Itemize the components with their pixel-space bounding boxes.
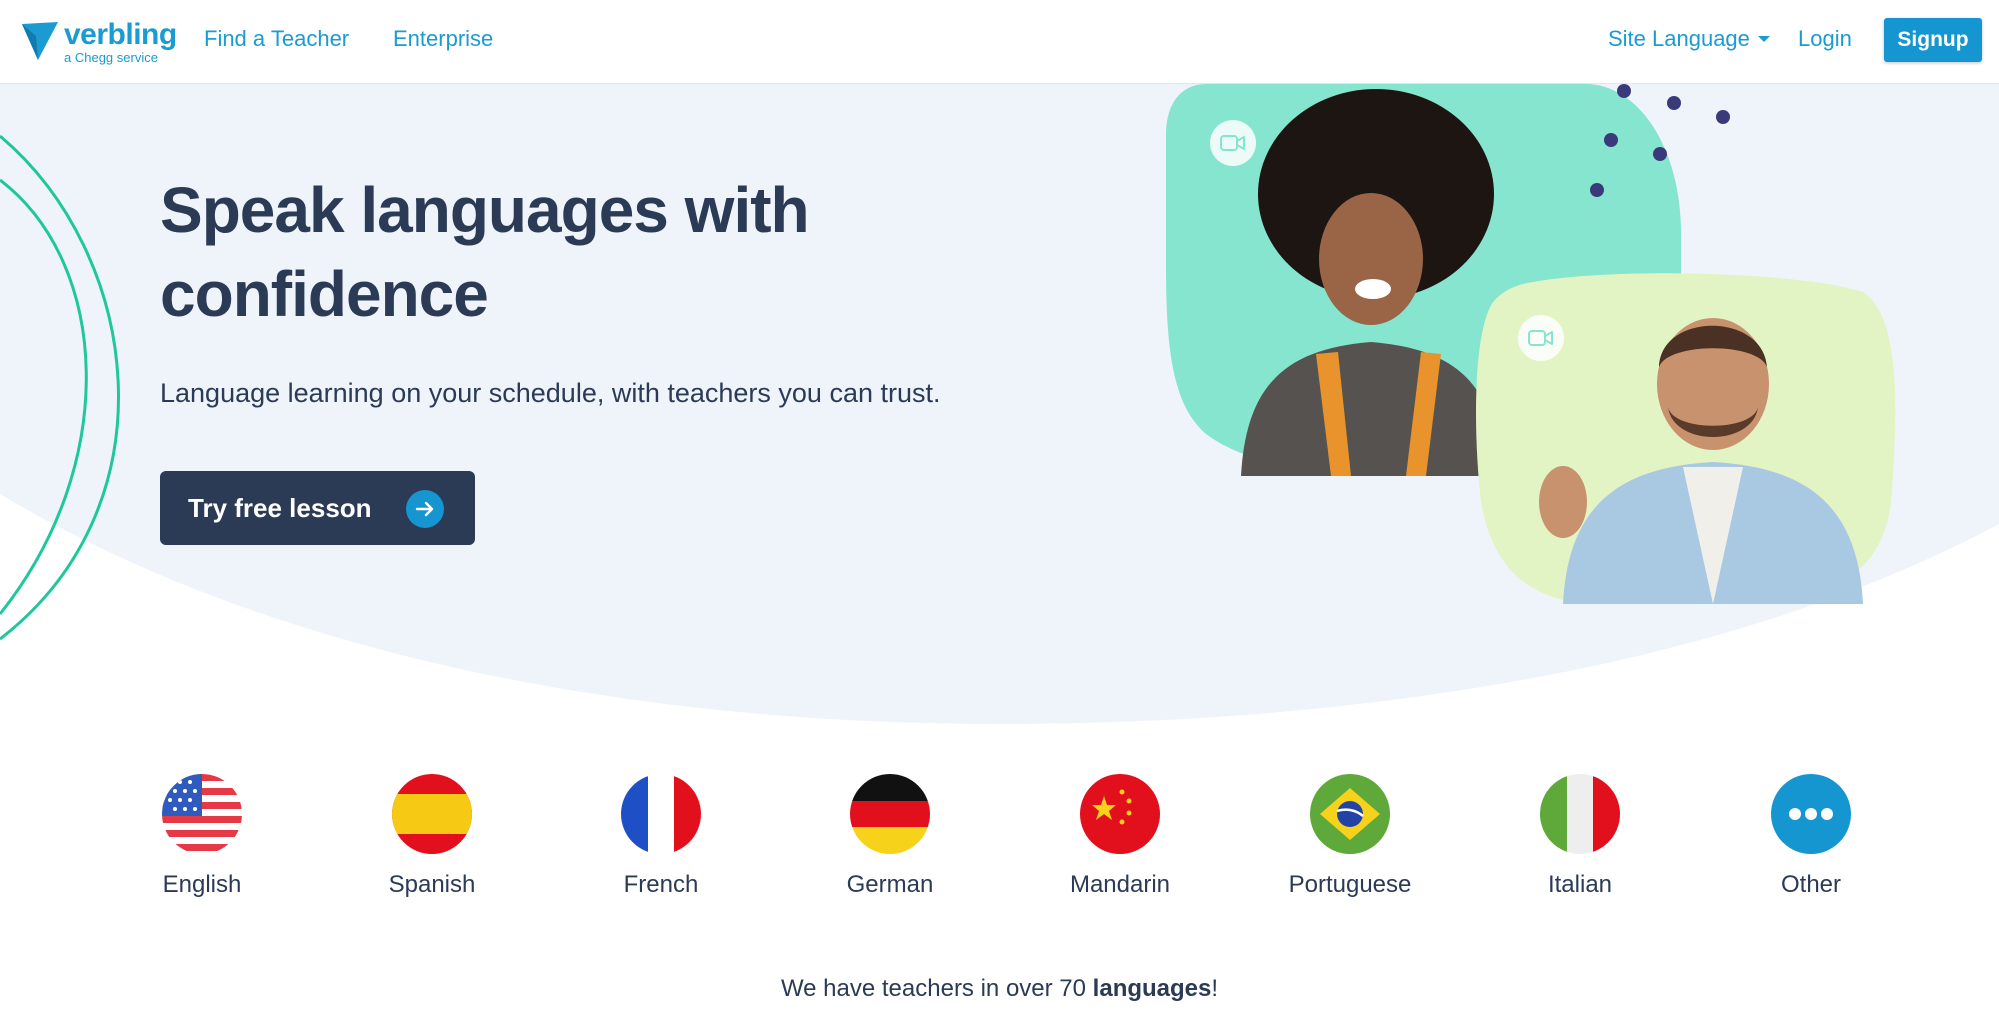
spain-flag-icon <box>392 774 472 854</box>
decorative-dot <box>1617 84 1631 98</box>
france-flag-icon <box>621 774 701 854</box>
decorative-dot <box>1667 96 1681 110</box>
italy-flag-icon <box>1540 774 1620 854</box>
hero-title: Speak languages with confidence <box>160 174 810 330</box>
language-spanish[interactable]: Spanish <box>347 774 517 904</box>
logo-wordmark: verbling <box>64 18 177 51</box>
decorative-dot <box>1653 147 1667 161</box>
video-camera-icon <box>1518 315 1564 361</box>
arrow-right-icon <box>406 490 444 528</box>
language-mandarin[interactable]: Mandarin <box>1035 774 1205 904</box>
verbling-logo[interactable]: verbling a Chegg service <box>20 18 177 66</box>
language-portuguese[interactable]: Portuguese <box>1265 774 1435 904</box>
signup-button[interactable]: Signup <box>1884 18 1982 62</box>
decorative-dot <box>1604 133 1618 147</box>
decorative-dot <box>1590 183 1604 197</box>
chevron-down-icon <box>1757 36 1770 42</box>
try-free-lesson-button[interactable]: Try free lesson <box>160 471 475 545</box>
verbling-logo-icon <box>22 22 58 60</box>
nav-enterprise[interactable]: Enterprise <box>393 24 493 54</box>
teachers-languages-note: We have teachers in over 70 languages! <box>0 973 1999 1005</box>
note-prefix: We have teachers in over 70 <box>780 975 1093 1002</box>
nav-find-a-teacher[interactable]: Find a Teacher <box>204 24 349 54</box>
language-other[interactable]: Other <box>1726 774 1896 904</box>
more-icon <box>1771 774 1851 854</box>
note-suffix: ! <box>1211 975 1219 1002</box>
language-english[interactable]: English <box>117 774 287 904</box>
brazil-flag-icon <box>1310 774 1390 854</box>
language-label: French <box>623 871 699 898</box>
cta-label: Try free lesson <box>188 492 372 523</box>
logo-subtitle: a Chegg service <box>64 50 158 65</box>
language-french[interactable]: French <box>576 774 746 904</box>
hero-subtitle: Language learning on your schedule, with… <box>160 378 941 408</box>
language-label: Mandarin <box>1069 871 1171 898</box>
site-language-dropdown[interactable]: Site Language <box>1608 24 1770 54</box>
decorative-dot <box>1716 110 1730 124</box>
video-camera-icon <box>1210 120 1256 166</box>
language-label: English <box>162 871 242 898</box>
language-italian[interactable]: Italian <box>1495 774 1665 904</box>
germany-flag-icon <box>850 774 930 854</box>
language-label: Other <box>1780 871 1842 898</box>
language-label: German <box>846 871 934 898</box>
language-german[interactable]: German <box>805 774 975 904</box>
language-label: Spanish <box>388 871 476 898</box>
note-bold: languages <box>1092 975 1212 1002</box>
china-flag-icon <box>1080 774 1160 854</box>
language-label: Italian <box>1547 871 1613 898</box>
language-label: Portuguese <box>1288 871 1412 898</box>
site-header: verbling a Chegg service Find a Teacher … <box>0 0 1999 84</box>
login-link[interactable]: Login <box>1798 24 1852 54</box>
site-language-label: Site Language <box>1608 26 1750 51</box>
us-flag-icon <box>162 774 242 854</box>
